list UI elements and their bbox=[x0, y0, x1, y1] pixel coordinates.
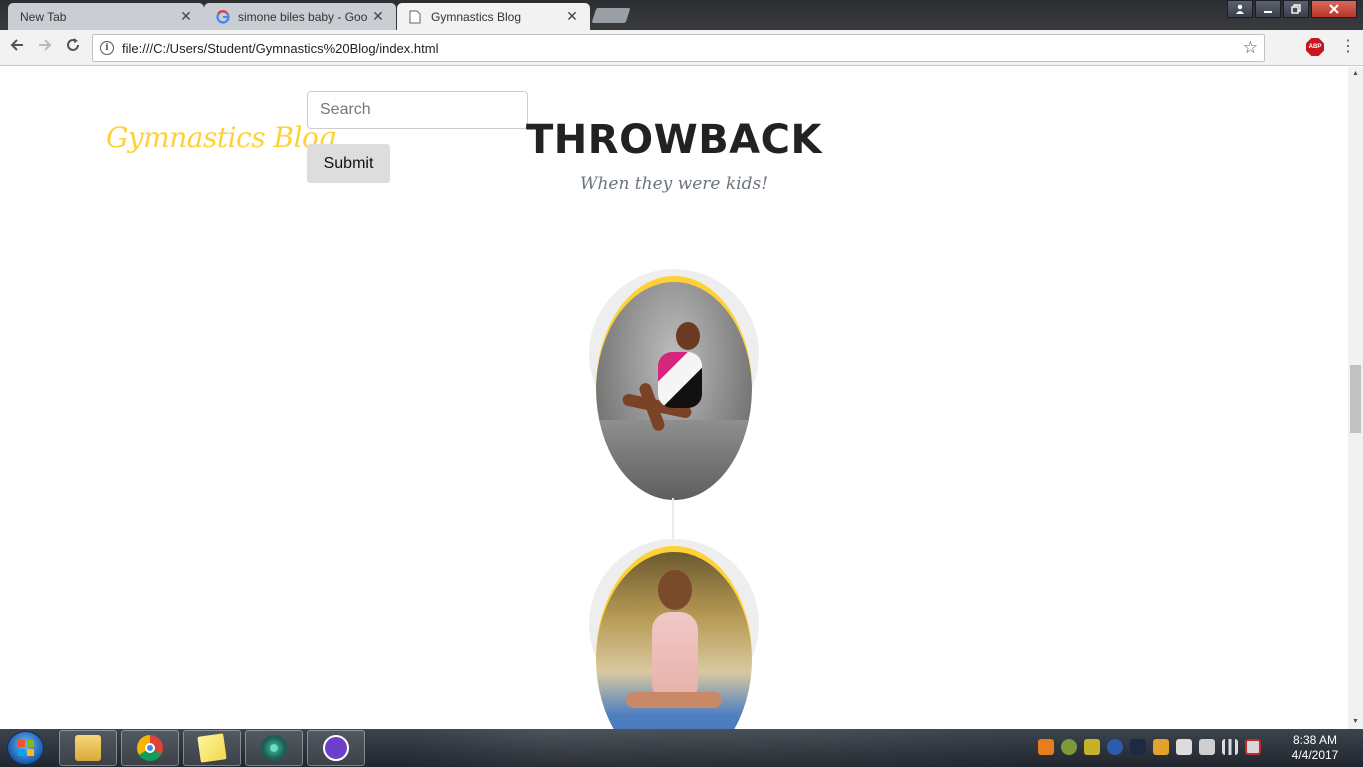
page-viewport: Gymnastics Blog Submit THROWBACK When th… bbox=[0, 67, 1363, 729]
system-tray bbox=[1038, 739, 1261, 755]
scroll-up-icon[interactable]: ▲ bbox=[1348, 67, 1363, 81]
volume-icon[interactable] bbox=[1199, 739, 1215, 755]
gymnast-photo-1 bbox=[596, 276, 752, 500]
timeline-connector bbox=[672, 498, 674, 543]
start-button[interactable] bbox=[7, 731, 44, 765]
google-favicon-icon bbox=[216, 9, 230, 24]
adblock-plus-icon[interactable]: ABP bbox=[1306, 38, 1324, 56]
tray-app-icon[interactable] bbox=[1061, 739, 1077, 755]
chrome-icon[interactable] bbox=[121, 730, 179, 766]
tab-new-tab[interactable]: New Tab ✕ bbox=[8, 3, 204, 30]
timeline-item bbox=[589, 269, 759, 500]
browser-tabstrip: New Tab ✕ simone biles baby - Goo ✕ Gymn… bbox=[0, 0, 1363, 30]
restore-icon[interactable] bbox=[1283, 0, 1309, 18]
tab-gymnastics-blog[interactable]: Gymnastics Blog ✕ bbox=[397, 3, 590, 30]
window-controls bbox=[1227, 0, 1357, 18]
tab-title: simone biles baby - Goo bbox=[238, 9, 368, 24]
tab-title: New Tab bbox=[20, 9, 67, 24]
forward-arrow-icon[interactable] bbox=[34, 37, 56, 59]
minimize-icon[interactable] bbox=[1255, 0, 1281, 18]
clock-time: 8:38 AM bbox=[1292, 733, 1338, 747]
back-arrow-icon[interactable] bbox=[6, 37, 28, 59]
tray-app-icon[interactable] bbox=[1130, 739, 1146, 755]
close-window-icon[interactable] bbox=[1311, 0, 1357, 18]
tab-title: Gymnastics Blog bbox=[431, 9, 522, 24]
timeline-item bbox=[589, 539, 759, 729]
page-title: THROWBACK bbox=[526, 117, 822, 163]
browser-toolbar: i file:///C:/Users/Student/Gymnastics%20… bbox=[0, 30, 1363, 66]
gymnast-photo-2 bbox=[596, 546, 752, 729]
scroll-down-icon[interactable]: ▼ bbox=[1348, 715, 1363, 729]
tab-close-icon[interactable]: ✕ bbox=[370, 8, 386, 25]
address-bar[interactable]: i file:///C:/Users/Student/Gymnastics%20… bbox=[92, 34, 1265, 62]
atom-editor-icon[interactable] bbox=[245, 730, 303, 766]
tray-app-icon[interactable] bbox=[1038, 739, 1054, 755]
bookmark-star-icon[interactable]: ☆ bbox=[1243, 38, 1258, 58]
github-desktop-icon[interactable] bbox=[307, 730, 365, 766]
kebab-menu-icon[interactable]: ⋮ bbox=[1340, 37, 1356, 57]
tab-google-search[interactable]: simone biles baby - Goo ✕ bbox=[204, 3, 396, 30]
tab-close-icon[interactable]: ✕ bbox=[178, 8, 194, 25]
document-favicon-icon bbox=[409, 10, 423, 24]
vertical-scrollbar[interactable]: ▲ ▼ bbox=[1348, 67, 1363, 729]
scrollbar-thumb[interactable] bbox=[1350, 365, 1361, 433]
file-explorer-icon[interactable] bbox=[59, 730, 117, 766]
bluetooth-icon[interactable] bbox=[1107, 739, 1123, 755]
url-text[interactable]: file:///C:/Users/Student/Gymnastics%20Bl… bbox=[122, 41, 1243, 56]
sticky-notes-icon[interactable] bbox=[183, 730, 241, 766]
info-icon[interactable]: i bbox=[100, 41, 114, 55]
tray-app-icon[interactable] bbox=[1153, 739, 1169, 755]
system-clock[interactable]: 8:38 AM 4/4/2017 bbox=[1282, 733, 1348, 763]
tab-close-icon[interactable]: ✕ bbox=[564, 8, 580, 25]
tray-app-icon[interactable] bbox=[1176, 739, 1192, 755]
reload-icon[interactable] bbox=[62, 37, 84, 59]
network-signal-icon[interactable] bbox=[1222, 739, 1238, 755]
windows-taskbar: 8:38 AM 4/4/2017 bbox=[0, 729, 1363, 767]
new-tab-button[interactable] bbox=[591, 8, 631, 23]
page-subtitle: When they were kids! bbox=[579, 174, 769, 194]
user-profile-icon[interactable] bbox=[1227, 0, 1253, 18]
action-center-icon[interactable] bbox=[1245, 739, 1261, 755]
tray-app-icon[interactable] bbox=[1084, 739, 1100, 755]
clock-date: 4/4/2017 bbox=[1291, 748, 1339, 762]
